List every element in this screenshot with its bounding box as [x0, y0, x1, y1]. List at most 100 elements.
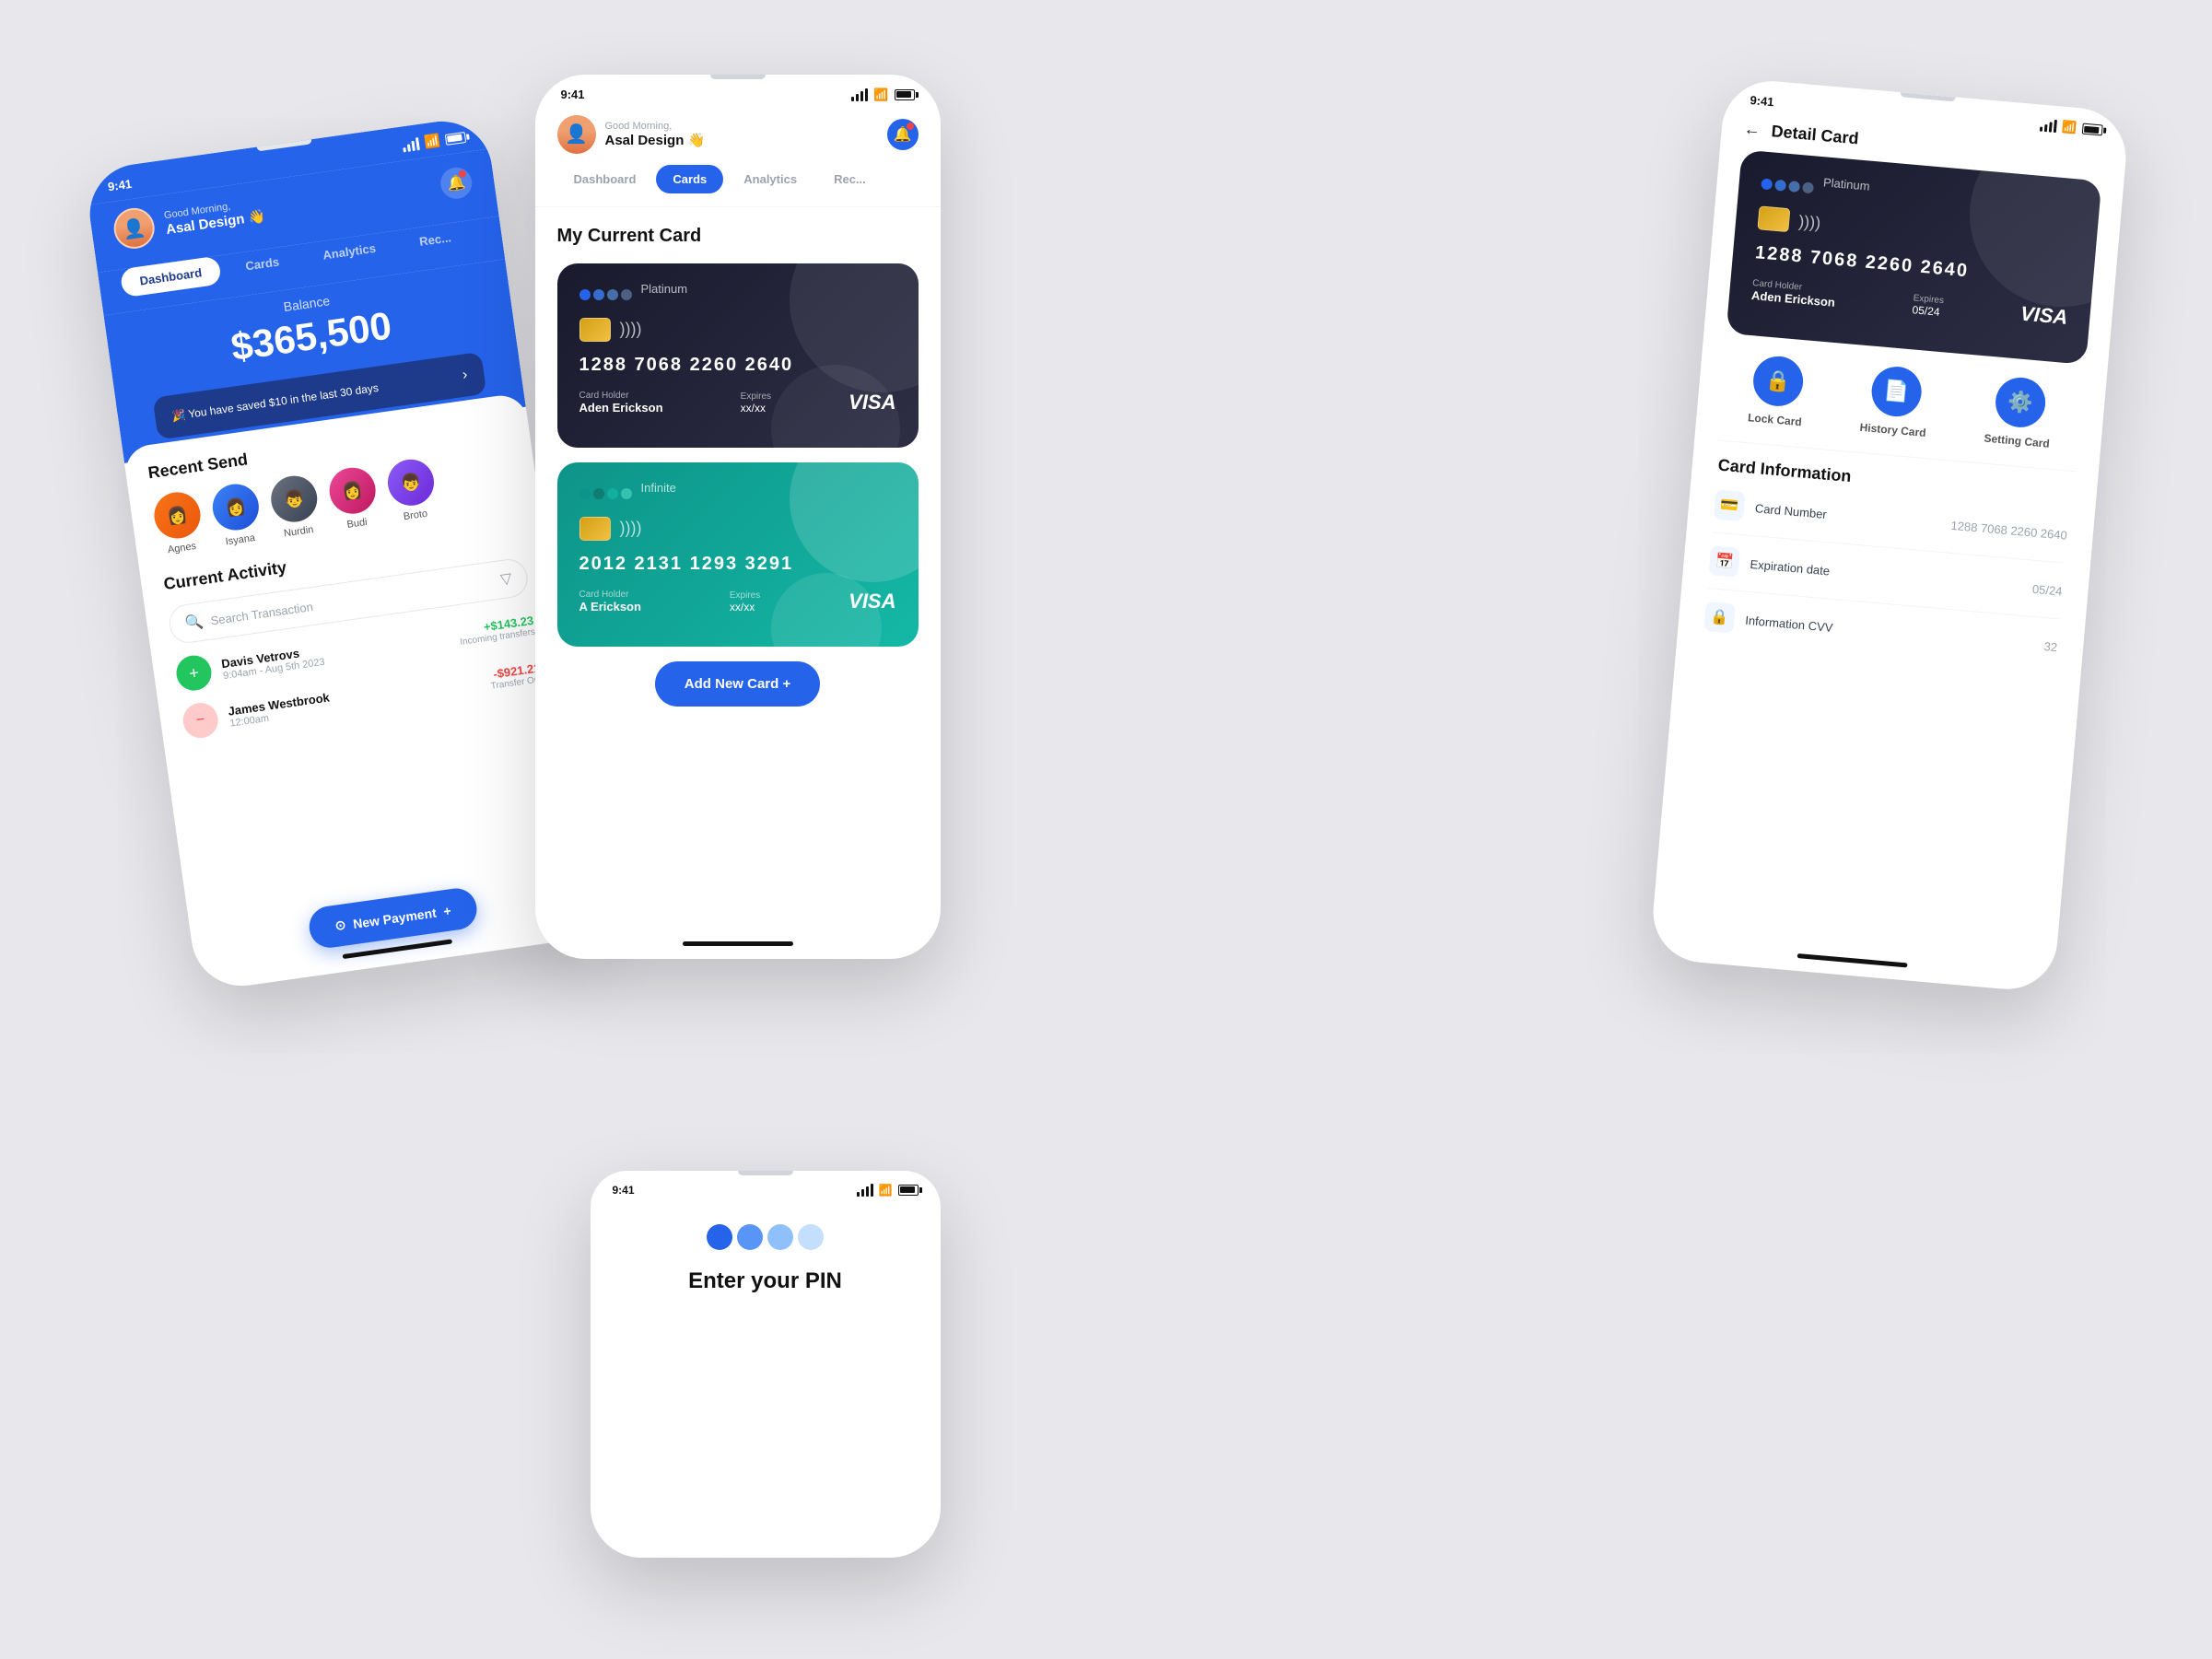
contact-name-isyana: Isyana: [224, 532, 255, 546]
new-payment-label: New Payment: [352, 905, 437, 931]
phone-dashboard: 9:41 📶 👤 Good Morning, A: [83, 114, 600, 991]
contact-budi[interactable]: 👩 Budi: [326, 464, 380, 532]
card-deco-4: [771, 573, 882, 647]
detail-card-type: Platinum: [1822, 175, 1870, 193]
card-type-label-1: Platinum: [641, 282, 688, 296]
contact-avatar-broto: 👦: [384, 456, 436, 508]
wifi-icon-cards: 📶: [873, 88, 888, 102]
filter-icon[interactable]: ▽: [498, 568, 512, 589]
battery-icon: [444, 131, 465, 145]
white-card-area: Recent Send 👩 Agnes 👩 Isyana 👦 Nurdin 👩 …: [122, 391, 579, 847]
user-name-cards: Asal Design 👋: [605, 132, 887, 148]
nfc-icon-1: )))): [620, 320, 642, 339]
search-placeholder: Search Transaction: [209, 599, 313, 626]
setting-card-label: Setting Card: [1983, 431, 2049, 450]
wifi-icon-detail: 📶: [2061, 119, 2077, 134]
signal-icon-pin: [857, 1184, 873, 1197]
notification-dot: [458, 169, 466, 178]
home-indicator-cards: [683, 941, 793, 946]
pin-content: Enter your PIN: [591, 1202, 941, 1316]
expiry-value: 05/24: [2031, 581, 2063, 598]
signal-icon-cards: [851, 88, 868, 101]
pin-title: Enter your PIN: [613, 1268, 919, 1294]
detail-nfc-icon: )))): [1797, 211, 1821, 232]
expiry-icon: 📅: [1708, 545, 1740, 578]
tx-icon-positive: +: [174, 653, 214, 693]
lock-icon: 🔒: [1750, 354, 1805, 408]
battery-icon-detail: [2081, 123, 2102, 135]
payment-icon: ⊙: [334, 917, 346, 933]
chip-icon-2: [579, 517, 611, 541]
contact-agnes[interactable]: 👩 Agnes: [151, 489, 205, 556]
contact-name-agnes: Agnes: [167, 540, 197, 555]
card-platinum[interactable]: Platinum )))) 1288 7068 2260 2640 Card H…: [557, 263, 919, 448]
detail-card: Platinum )))) 1288 7068 2260 2640 Card H…: [1726, 149, 2101, 364]
card-infinite[interactable]: Infinite )))) 2012 2131 1293 3291 Card H…: [557, 462, 919, 647]
contact-avatar-nurdin: 👦: [267, 473, 319, 524]
setting-card-button[interactable]: ⚙️ Setting Card: [1983, 374, 2054, 450]
expires-label-1: Expires: [741, 391, 771, 402]
add-card-label: Add New Card +: [685, 676, 790, 692]
card-brand-dots-1: [579, 289, 632, 300]
card-holder-label-2: Card Holder: [579, 590, 641, 600]
tab-cards-analytics[interactable]: Analytics: [727, 165, 813, 193]
contact-avatar-budi: 👩: [326, 464, 378, 516]
card-holder-label-1: Card Holder: [579, 391, 663, 401]
card-holder-name-1: Aden Erickson: [579, 401, 663, 415]
expiry-label: Expiration date: [1750, 556, 2022, 594]
contact-broto[interactable]: 👦 Broto: [384, 456, 439, 523]
header-cards: 👤 Good Morning, Asal Design 👋 🔔: [535, 108, 941, 165]
new-payment-button[interactable]: ⊙ New Payment +: [306, 885, 478, 950]
battery-icon-pin: [898, 1185, 919, 1196]
signal-icon: [401, 136, 419, 151]
avatar-cards[interactable]: 👤: [557, 115, 596, 154]
back-button[interactable]: ←: [1742, 119, 1761, 139]
history-icon: 📄: [1869, 364, 1924, 418]
lock-card-label: Lock Card: [1747, 411, 1802, 428]
phone-cards: 9:41 📶 👤 Good Morning, A: [535, 75, 941, 959]
contact-nurdin[interactable]: 👦 Nurdin: [267, 473, 322, 540]
wifi-icon-pin: 📶: [879, 1184, 893, 1197]
nav-tabs-cards: Dashboard Cards Analytics Rec...: [535, 165, 941, 207]
cvv-label: Information CVV: [1744, 613, 2033, 651]
contact-name-broto: Broto: [403, 508, 428, 522]
notification-dot-cards: [907, 123, 914, 130]
search-icon: 🔍: [183, 612, 205, 633]
card-info-section: Card Information 💳 Card Number 1288 7068…: [1698, 455, 2074, 674]
contact-name-nurdin: Nurdin: [283, 524, 314, 539]
greeting-cards: Good Morning, Asal Design 👋: [605, 121, 887, 148]
contact-avatar-agnes: 👩: [151, 489, 203, 541]
avatar-dashboard[interactable]: 👤: [111, 205, 157, 251]
history-card-label: History Card: [1859, 420, 1926, 438]
bell-icon-dashboard[interactable]: 🔔: [439, 165, 474, 200]
history-card-button[interactable]: 📄 History Card: [1859, 364, 1931, 439]
lock-card-button[interactable]: 🔒 Lock Card: [1747, 354, 1807, 428]
contact-name-budi: Budi: [345, 516, 367, 530]
card-holder-name-2: A Erickson: [579, 600, 641, 613]
card-number-label: Card Number: [1754, 500, 1940, 531]
status-time: 9:41: [107, 176, 133, 193]
tab-cards-cards[interactable]: Cards: [656, 165, 723, 193]
detail-brand-dots: [1761, 177, 1814, 193]
wifi-icon: 📶: [423, 132, 441, 149]
status-time-cards: 9:41: [561, 88, 585, 101]
status-time-pin: 9:41: [613, 1184, 635, 1197]
tab-cards-rec[interactable]: Rec...: [817, 165, 883, 193]
status-time-detail: 9:41: [1749, 92, 1773, 108]
plus-icon: +: [442, 902, 451, 917]
detail-chip-icon: [1757, 205, 1790, 232]
settings-icon: ⚙️: [1993, 375, 2047, 429]
cards-content: My Current Card Platinum: [535, 207, 941, 725]
status-bar-pin: 9:41 📶: [591, 1171, 941, 1202]
expires-val-1: xx/xx: [741, 402, 771, 415]
card-brand-dots-2: [579, 488, 632, 499]
contact-isyana[interactable]: 👩 Isyana: [209, 481, 263, 548]
detail-content: Platinum )))) 1288 7068 2260 2640 Card H…: [1674, 147, 2124, 707]
phone-detail: 9:41 📶 ← Detail Card: [1649, 76, 2130, 993]
card-type-label-2: Infinite: [641, 481, 676, 495]
tab-cards-dashboard[interactable]: Dashboard: [557, 165, 653, 193]
bell-icon-cards[interactable]: 🔔: [887, 119, 919, 150]
chevron-right-icon: ›: [461, 367, 468, 384]
page-title-detail: Detail Card: [1770, 122, 1859, 148]
add-new-card-button[interactable]: Add New Card +: [655, 661, 820, 707]
